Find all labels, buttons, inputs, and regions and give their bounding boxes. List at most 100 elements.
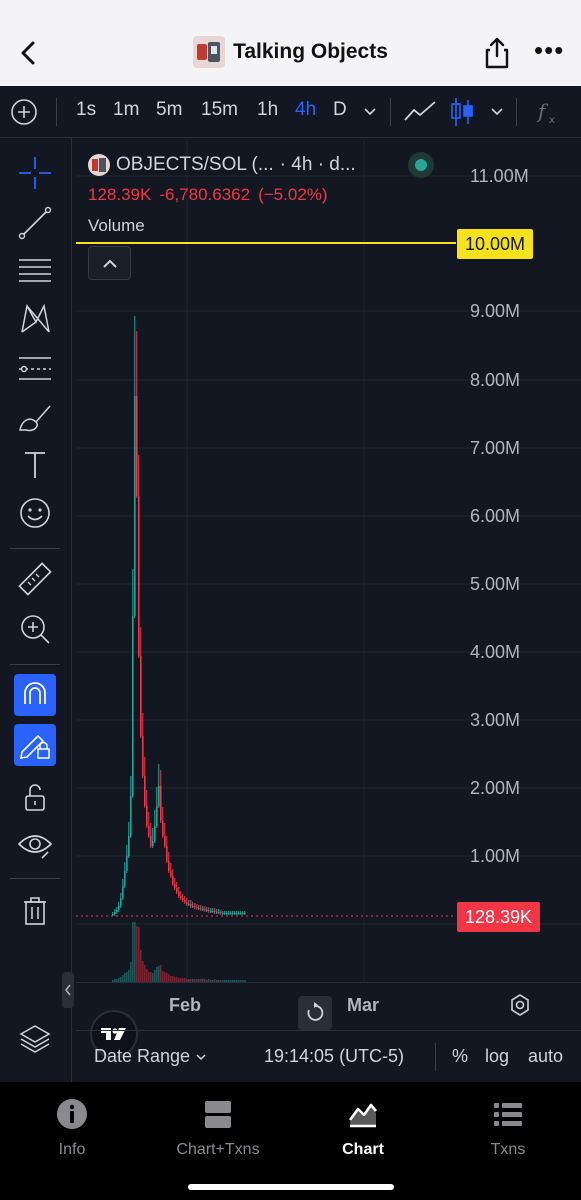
volume-bar [128, 970, 130, 982]
token-logo [88, 154, 110, 176]
candle-body [178, 892, 180, 896]
crosshair-icon[interactable] [14, 152, 56, 194]
magnet-icon[interactable] [14, 674, 56, 716]
chevron-down-icon [196, 1054, 206, 1061]
volume-bar [140, 950, 142, 982]
candle-body [138, 496, 140, 656]
candle-body [114, 912, 116, 914]
indicators-icon[interactable]: f x [536, 98, 560, 126]
timeframe-1s[interactable]: 1s [76, 99, 96, 121]
brush-icon[interactable] [14, 396, 56, 438]
split-view-icon [205, 1101, 231, 1128]
ruler-icon[interactable] [14, 558, 56, 600]
candle-body [162, 821, 164, 836]
chart-pane[interactable]: OBJECTS/SOL (... · 4h · d... 128.39K -6,… [76, 140, 581, 1030]
candle-body [180, 896, 182, 898]
emoji-icon[interactable] [14, 492, 56, 534]
more-button[interactable]: ••• [534, 37, 564, 68]
volume-bar [146, 969, 148, 982]
legend-symbol: OBJECTS/SOL (... [116, 154, 274, 175]
market-status-indicator[interactable] [408, 152, 434, 178]
candle-body [188, 904, 190, 905]
time-axis[interactable]: Feb Mar [76, 982, 581, 1030]
candle-body [124, 871, 126, 886]
x-tick: Feb [169, 995, 202, 1015]
collapse-toolbar-handle[interactable] [62, 972, 74, 1008]
chevron-down-icon[interactable] [362, 105, 378, 119]
add-symbol-icon[interactable] [10, 98, 38, 126]
lock-drawing-icon[interactable] [14, 724, 56, 766]
timeframe-15m[interactable]: 15m [201, 99, 238, 121]
date-range-label: Date Range [94, 1046, 191, 1066]
volume-bar [142, 961, 144, 982]
horizontal-line-price-label[interactable]: 10.00M [457, 229, 534, 259]
chevron-down-icon[interactable] [489, 105, 505, 119]
tab-info[interactable]: Info [7, 1098, 137, 1159]
drawing-toolbar [0, 138, 72, 1082]
candle-body [152, 841, 154, 846]
candle-body [190, 904, 192, 906]
candle-body [202, 909, 204, 910]
date-range-button[interactable]: Date Range [94, 1046, 207, 1067]
volume-bars [112, 922, 246, 982]
timeframe-4h[interactable]: 4h [295, 99, 316, 121]
candle-body [222, 913, 224, 914]
fib-lines-icon[interactable] [14, 250, 56, 292]
auto-scale-toggle[interactable]: auto [528, 1046, 563, 1067]
timeframe-d[interactable]: D [333, 99, 347, 121]
trend-line-icon[interactable] [14, 202, 56, 244]
candle-body [148, 826, 150, 836]
tab-chart[interactable]: Chart [298, 1098, 428, 1159]
zoom-in-icon[interactable] [14, 608, 56, 650]
candle-body [170, 871, 172, 876]
candle-body [134, 396, 136, 616]
legend-title[interactable]: OBJECTS/SOL (... · 4h · d... [88, 154, 356, 176]
tab-chart-txns[interactable]: Chart+Txns [153, 1098, 283, 1159]
y-tick: 3.00M [470, 710, 521, 730]
text-icon[interactable] [14, 444, 56, 486]
legend-change: -6,780.6362 [159, 185, 251, 204]
volume-bar [162, 971, 164, 982]
candle-body [200, 908, 202, 909]
current-price-label: 128.39K [457, 902, 541, 932]
candle-body [224, 913, 226, 914]
timeframe-5m[interactable]: 5m [156, 99, 182, 121]
legend-volume-label[interactable]: Volume [88, 216, 145, 236]
candle-body [214, 911, 216, 912]
prediction-icon[interactable] [14, 348, 56, 390]
volume-bar [138, 927, 140, 982]
eye-icon[interactable] [14, 824, 56, 866]
list-icon [494, 1103, 522, 1126]
timeframe-1m[interactable]: 1m [113, 99, 139, 121]
candle-body [186, 902, 188, 904]
token-logo [193, 36, 226, 68]
tab-txns[interactable]: Txns [443, 1098, 573, 1159]
trash-icon[interactable] [14, 890, 56, 932]
unlock-icon[interactable] [14, 776, 56, 818]
y-tick: 5.00M [470, 574, 521, 594]
candle-body [128, 836, 130, 856]
candle-body [198, 908, 200, 909]
candle-body [168, 861, 170, 871]
clock-label[interactable]: 19:14:05 (UTC-5) [264, 1046, 404, 1067]
timeframe-1h[interactable]: 1h [257, 99, 278, 121]
chart-container: 1s 1m 5m 15m 1h 4h D f x OBJECTS/SOL (..… [0, 86, 581, 1082]
candle-body [142, 736, 144, 776]
volume-bar [164, 972, 166, 982]
candle-body [184, 900, 186, 902]
settings-icon[interactable] [508, 993, 532, 1017]
volume-bar [134, 922, 136, 982]
log-toggle[interactable]: log [485, 1046, 509, 1067]
pattern-icon[interactable] [14, 298, 56, 340]
candle-body [240, 913, 242, 914]
percent-toggle[interactable]: % [452, 1046, 468, 1067]
layers-icon[interactable] [14, 1018, 56, 1060]
app-header: Talking Objects ••• [0, 0, 581, 86]
candles-icon[interactable] [450, 96, 474, 128]
volume-bar [126, 972, 128, 982]
volume-bar [124, 973, 126, 982]
share-icon[interactable] [482, 36, 512, 70]
candle-body [218, 912, 220, 913]
collapse-legend-button[interactable] [88, 246, 131, 280]
line-chart-icon[interactable] [402, 98, 438, 126]
